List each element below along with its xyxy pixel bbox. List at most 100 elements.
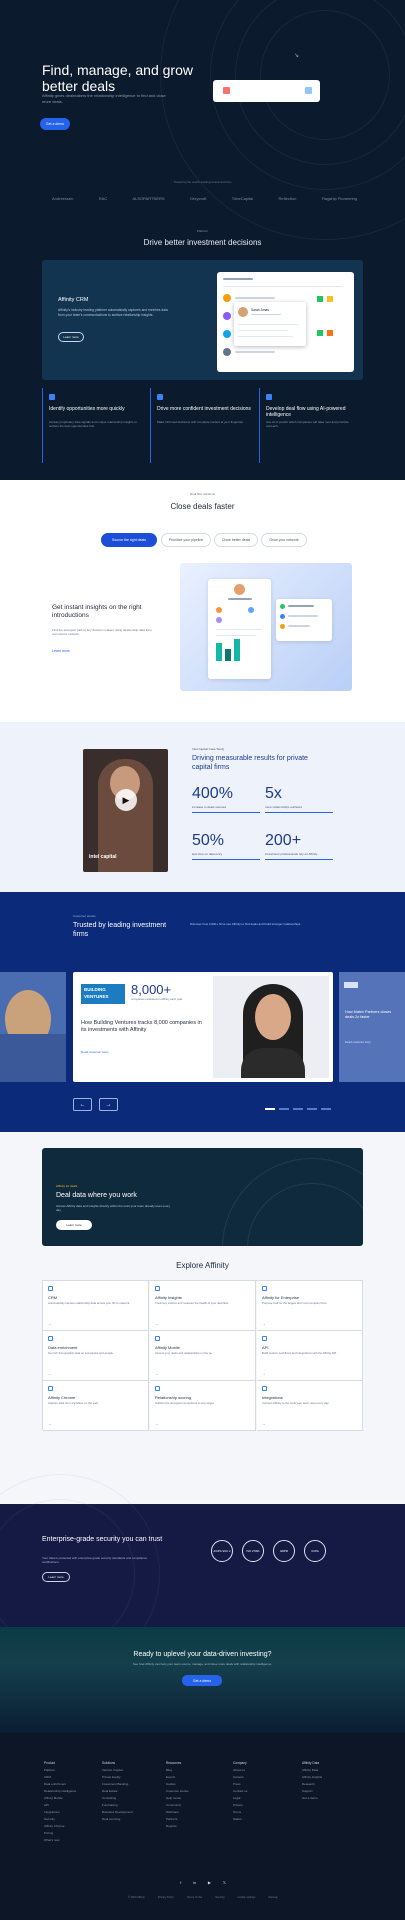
logos-label: Trusted by the world's leading investmen… bbox=[173, 180, 232, 184]
carousel-next-button[interactable]: → bbox=[99, 1098, 118, 1111]
contact-avatar bbox=[234, 584, 245, 595]
results-title: Driving measurable results for private c… bbox=[192, 755, 308, 771]
youtube-icon[interactable]: ▶ bbox=[208, 1880, 211, 1885]
stat-label-1: increase in deals sourced bbox=[192, 805, 227, 809]
results-eyebrow: Intel Capital Case Study bbox=[192, 747, 225, 751]
trusted-desc: Discover how 3,000+ firms use Affinity t… bbox=[190, 922, 302, 926]
introductions-illustration bbox=[180, 563, 352, 691]
contact-popup: Sarah Jonas bbox=[234, 302, 306, 346]
cookie-link[interactable]: Cookie settings bbox=[238, 1896, 256, 1899]
privacy-link[interactable]: Privacy Policy bbox=[158, 1896, 174, 1899]
results-section: ▶ intel capital Intel Capital Case Study… bbox=[0, 722, 405, 892]
crm-icon bbox=[48, 1286, 53, 1291]
story-title: How Building Ventures tracks 8,000 compa… bbox=[81, 1020, 202, 1033]
cta-demo-button[interactable]: Get a demo bbox=[182, 1675, 222, 1686]
tab-grow-network[interactable]: Grow your network bbox=[261, 533, 307, 547]
feature-desc-3: Use AI to predict which companies will r… bbox=[266, 420, 349, 428]
stat-3: 50% less time on data entry bbox=[192, 832, 260, 860]
integrations-banner: Affinity for deals Deal data where you w… bbox=[42, 1148, 363, 1246]
banner-eyebrow: Affinity for deals bbox=[56, 1184, 78, 1188]
stat-value-1: 400% bbox=[192, 785, 233, 802]
story-link[interactable]: Read customer story bbox=[81, 1050, 109, 1054]
stat-value-3: 50% bbox=[192, 832, 225, 849]
social-links: f in ▶ 𝕏 bbox=[180, 1880, 226, 1885]
side-card-link[interactable]: Read customer story bbox=[345, 1040, 371, 1044]
case-study-video[interactable]: ▶ intel capital bbox=[83, 749, 168, 872]
x-twitter-icon[interactable]: 𝕏 bbox=[223, 1880, 226, 1885]
tab-close-deals[interactable]: Close better deals bbox=[214, 533, 258, 547]
banner-title: Deal data where you work bbox=[56, 1192, 137, 1199]
story-card-active[interactable]: BUILDING VENTURES 8,000+ companies evalu… bbox=[73, 972, 333, 1082]
fast-desc: Find the strongest path to key decision … bbox=[52, 628, 152, 637]
carousel-prev-button[interactable]: ← bbox=[73, 1098, 92, 1111]
explore-cell[interactable]: Affinity Insights Track key metrics and m… bbox=[150, 1281, 256, 1331]
security-learn-more-button[interactable]: Learn more bbox=[42, 1572, 70, 1582]
explore-cell[interactable]: API Build custom workflows and integratio… bbox=[257, 1331, 363, 1381]
stat-1: 400% increase in deals sourced bbox=[192, 785, 260, 813]
logo-7: Flagship Pioneering bbox=[321, 195, 357, 201]
facebook-icon[interactable]: f bbox=[180, 1880, 181, 1885]
gdpr-badge-icon: GDPR bbox=[273, 1540, 295, 1562]
feature-card-1: Identify opportunities more quickly Acce… bbox=[42, 388, 146, 463]
arrow-right-icon: → bbox=[155, 1372, 159, 1376]
intel-capital-caption: intel capital bbox=[89, 854, 117, 860]
logo-4: Greycroft bbox=[189, 195, 207, 201]
stat-label-3: less time on data entry bbox=[192, 852, 223, 856]
hero-section: Find, manage, and grow better deals Affi… bbox=[0, 0, 405, 480]
arrow-right-icon: → bbox=[48, 1422, 52, 1426]
carousel-indicator[interactable] bbox=[307, 1108, 317, 1110]
fast-heading: Get instant insights on the right introd… bbox=[52, 604, 142, 619]
scoring-icon bbox=[155, 1386, 160, 1391]
iso-badge-icon: ISO 27001 bbox=[242, 1540, 264, 1562]
footer-column-resources: Resources Blog Events Guides Customer st… bbox=[166, 1761, 189, 1828]
explore-title: Explore Affinity bbox=[176, 1261, 229, 1270]
linkedin-icon[interactable]: in bbox=[193, 1880, 196, 1885]
contact-avatar bbox=[238, 307, 248, 317]
stat-label-2: more relationships surfaced bbox=[265, 805, 302, 809]
explore-cell[interactable]: Data enrichment Get rich firmographic dat… bbox=[43, 1331, 149, 1381]
crm-learn-more-button[interactable]: Learn more bbox=[58, 332, 84, 342]
terms-link[interactable]: Terms of Use bbox=[187, 1896, 202, 1899]
mobile-icon bbox=[155, 1336, 160, 1341]
carousel-indicator[interactable] bbox=[293, 1108, 303, 1110]
explore-cell[interactable]: Affinity Chrome Capture data from anywher… bbox=[43, 1381, 149, 1431]
feature-desc-2: Make informed decisions with complete co… bbox=[157, 420, 244, 424]
footer-column-data: Affinity Data Affinity Data Affinity Ins… bbox=[302, 1761, 323, 1800]
explore-cell[interactable]: Affinity Mobile Access your deals and rel… bbox=[150, 1331, 256, 1381]
footer-column-company: Company About us Careers Press Contact u… bbox=[233, 1761, 248, 1821]
hero-demo-button[interactable]: Get a demo bbox=[40, 118, 70, 130]
tab-prioritize-pipeline[interactable]: Prioritize your pipeline bbox=[161, 533, 211, 547]
explore-cell[interactable]: CRM Automatically capture relationship da… bbox=[43, 1281, 149, 1331]
arrow-right-icon: → bbox=[262, 1422, 266, 1426]
security-link[interactable]: Security bbox=[215, 1896, 224, 1899]
fast-eyebrow: Deal flow solutions bbox=[189, 492, 215, 496]
footer-column-solutions: Solutions Venture Capital Private Equity… bbox=[102, 1761, 133, 1821]
stat-label-4: investment professionals rely on Affinit… bbox=[265, 852, 318, 856]
logo-1: Andreessen bbox=[52, 195, 74, 201]
explore-cell[interactable]: Affinity for Enterprise Purpose built for… bbox=[257, 1281, 363, 1331]
feature-card-2: Drive more confident investment decision… bbox=[150, 388, 254, 463]
fast-learn-more-link[interactable]: Learn more bbox=[52, 649, 70, 653]
story-stat-label: companies evaluated in Affinity each yea… bbox=[131, 997, 183, 1001]
tab-source-deals[interactable]: Source the right deals bbox=[101, 533, 157, 547]
sitemap-link[interactable]: Sitemap bbox=[268, 1896, 278, 1899]
copyright-text: © 2024 Affinity bbox=[128, 1896, 145, 1899]
carousel-indicator[interactable] bbox=[279, 1108, 289, 1110]
carousel-indicator-active[interactable] bbox=[265, 1108, 275, 1110]
logo-6: Reflection bbox=[278, 195, 297, 201]
logo-2: RAC bbox=[98, 195, 108, 201]
integrations-icon bbox=[262, 1386, 267, 1391]
cursor-icon: ↘ bbox=[294, 53, 300, 59]
security-title: Enterprise-grade security you can trust bbox=[42, 1536, 163, 1543]
deal-flow-section: Deal flow solutions Close deals faster S… bbox=[0, 480, 405, 722]
carousel-indicator[interactable] bbox=[321, 1108, 331, 1110]
story-card-prev[interactable] bbox=[0, 972, 66, 1082]
banner-learn-more-button[interactable]: Learn more bbox=[56, 1220, 92, 1230]
arrow-right-icon: → bbox=[48, 1372, 52, 1376]
explore-cell[interactable]: Relationship scoring Surface the stronges… bbox=[150, 1381, 256, 1431]
ccpa-badge-icon: CCPA bbox=[304, 1540, 326, 1562]
play-icon[interactable]: ▶ bbox=[115, 789, 137, 811]
stat-2: 5x more relationships surfaced bbox=[265, 785, 333, 813]
explore-cell[interactable]: Integrations Connect Affinity to the tool… bbox=[257, 1381, 363, 1431]
story-card-next[interactable]: How Matrix Partners closes deals 2x fast… bbox=[339, 972, 405, 1082]
